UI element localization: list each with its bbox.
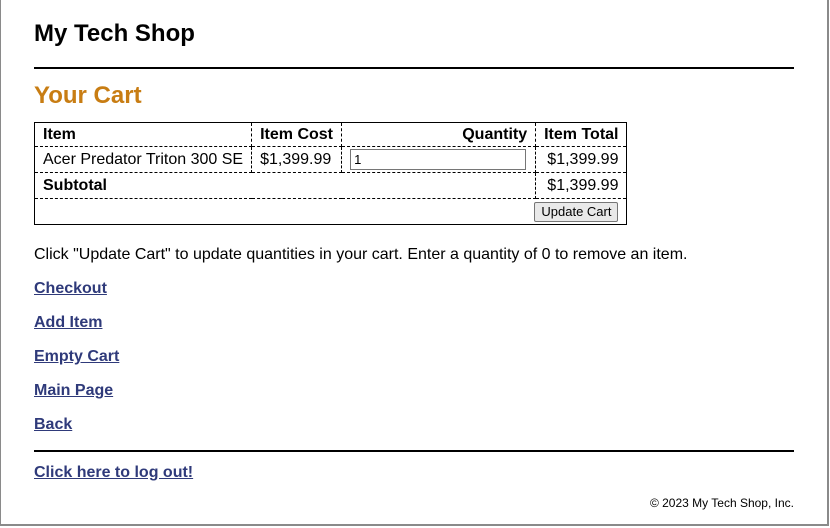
empty-cart-link[interactable]: Empty Cart — [34, 348, 119, 366]
cart-item-cost: $1,399.99 — [251, 146, 343, 173]
quantity-input[interactable] — [350, 149, 527, 170]
copyright-notice: © 2023 My Tech Shop, Inc. — [649, 496, 794, 510]
subtotal-label: Subtotal — [33, 172, 537, 199]
cart-table: Item Item Cost Quantity Item Total Acer … — [33, 122, 628, 225]
site-title: My Tech Shop — [34, 20, 195, 47]
back-link[interactable]: Back — [34, 416, 72, 434]
logout-link[interactable]: Click here to log out! — [34, 464, 193, 482]
update-cell: Update Cart — [33, 198, 628, 225]
update-cart-button[interactable]: Update Cart — [534, 201, 619, 222]
cart-item-total: $1,399.99 — [535, 146, 628, 173]
cart-instructions: Click "Update Cart" to update quantities… — [34, 246, 688, 263]
checkout-link[interactable]: Checkout — [34, 280, 107, 298]
subtotal-value: $1,399.99 — [535, 172, 628, 199]
add-item-link[interactable]: Add Item — [34, 314, 102, 332]
subtotal-row: Subtotal $1,399.99 — [33, 172, 628, 199]
cart-header-row: Item Item Cost Quantity Item Total — [33, 122, 628, 147]
column-header-item-total: Item Total — [535, 122, 628, 147]
column-header-item-cost: Item Cost — [251, 122, 343, 147]
footer-divider — [34, 450, 794, 452]
column-header-item: Item — [33, 122, 253, 147]
main-page-link[interactable]: Main Page — [34, 382, 113, 400]
cart-item-name: Acer Predator Triton 300 SE — [33, 146, 253, 173]
header-divider — [34, 67, 794, 69]
column-header-quantity: Quantity — [341, 122, 537, 147]
update-row: Update Cart — [33, 198, 628, 225]
cart-item-quantity-cell — [341, 146, 537, 173]
table-row: Acer Predator Triton 300 SE $1,399.99 $1… — [33, 146, 628, 173]
cart-heading: Your Cart — [34, 82, 142, 109]
